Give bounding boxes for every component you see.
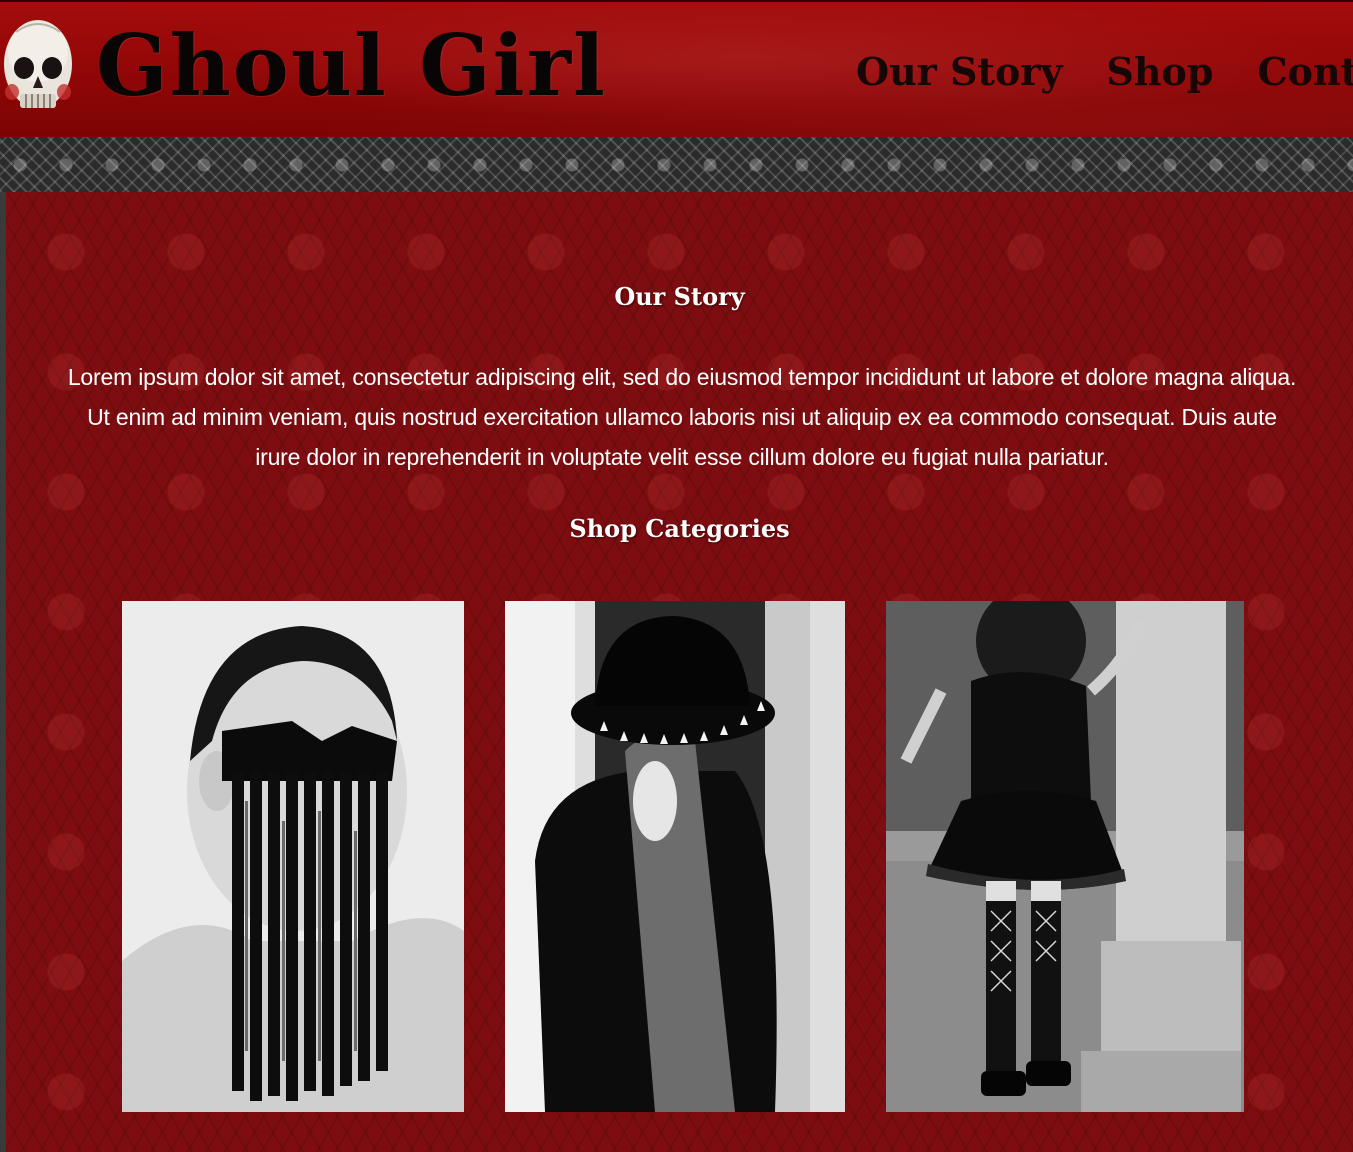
main-nav: Our Story Shop Contact [856,46,1353,98]
skull-icon[interactable] [2,12,74,128]
main-content: Our Story Lorem ipsum dolor sit amet, co… [6,192,1353,1152]
site-header: Ghoul Girl Our Story Shop Contact [0,0,1353,139]
nav-link-our-story[interactable]: Our Story [856,46,1062,98]
damask-band [0,137,1353,192]
shop-categories-heading: Shop Categories [569,514,790,543]
nav-link-contact[interactable]: Contact [1257,46,1353,98]
brand-title[interactable]: Ghoul Girl [96,16,607,116]
category-card-3[interactable] [886,601,1244,1112]
masked-woman-photo [122,601,464,1112]
category-card-1[interactable] [122,601,464,1112]
our-story-text: Lorem ipsum dolor sit amet, consectetur … [67,364,1297,470]
nav-link-shop[interactable]: Shop [1106,46,1213,98]
woman-in-black-dress-photo [886,601,1244,1112]
our-story-heading: Our Story [614,282,745,311]
woman-in-studded-hat-photo [505,601,845,1112]
category-card-2[interactable] [505,601,845,1112]
